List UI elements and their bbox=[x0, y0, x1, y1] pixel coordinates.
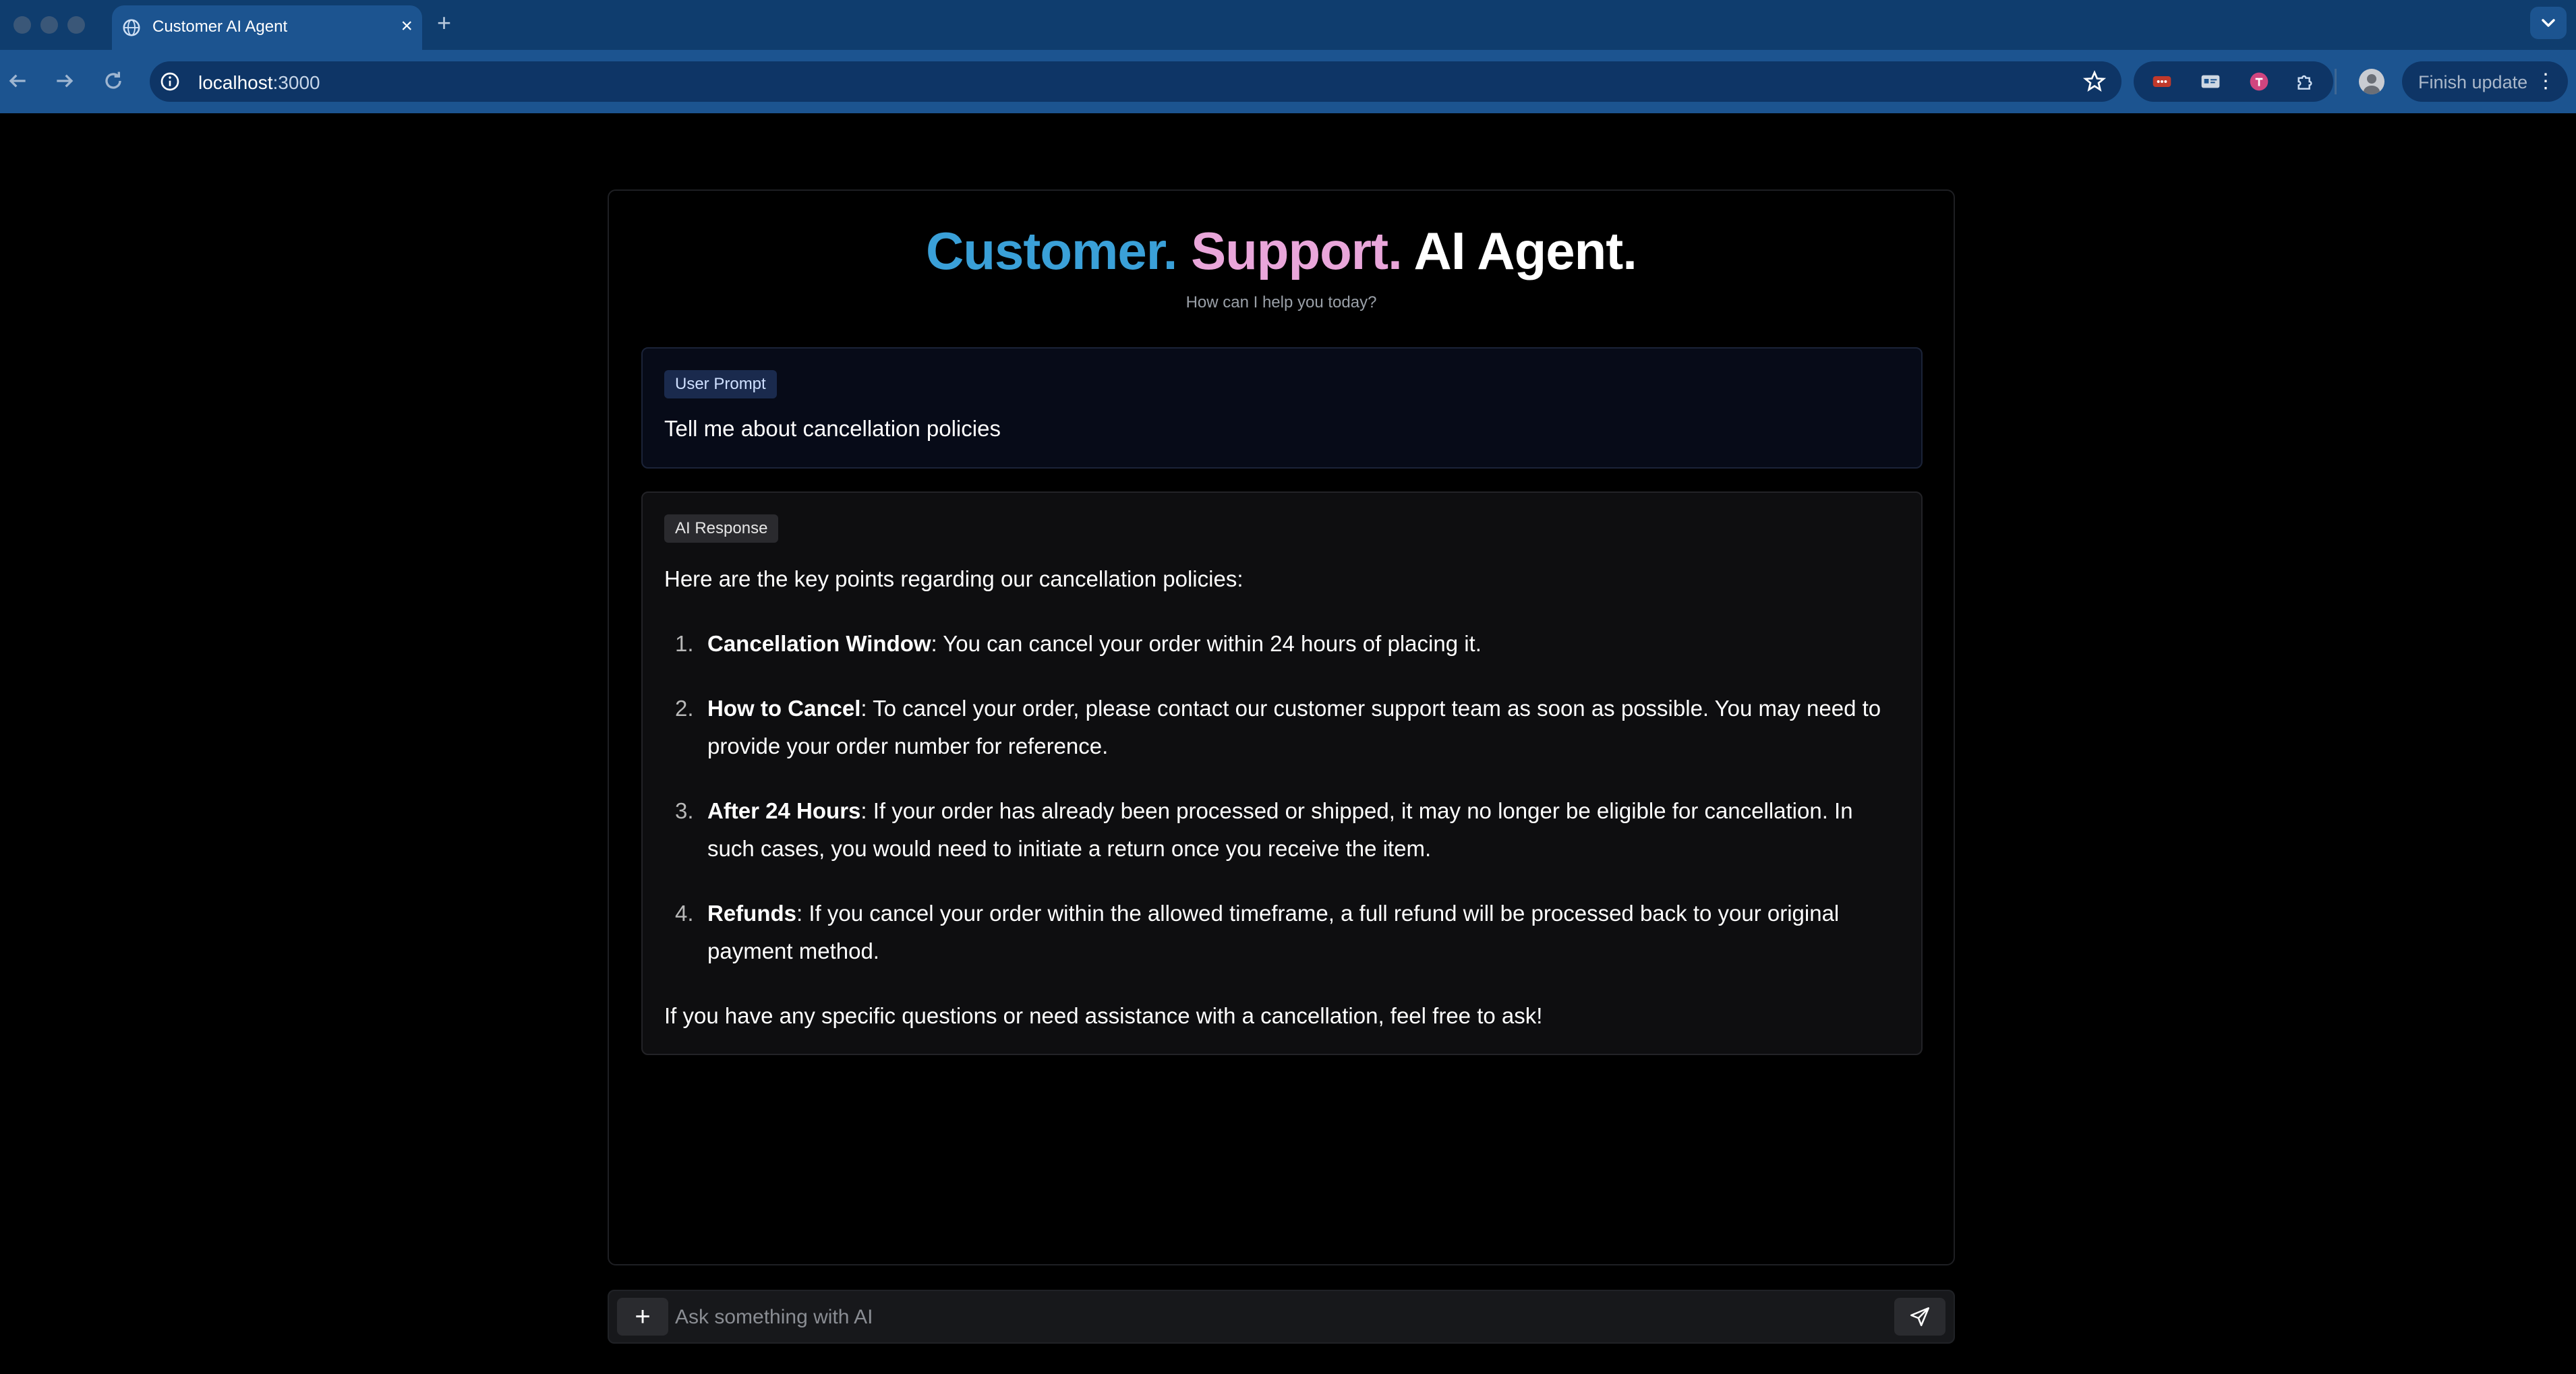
list-item: 4. Refunds: If you cancel your order with… bbox=[664, 895, 1898, 970]
profile-person-icon bbox=[2364, 74, 2380, 94]
window-zoom-dot[interactable] bbox=[67, 16, 85, 34]
window-close-dot[interactable] bbox=[13, 16, 31, 34]
new-tab-button[interactable]: + bbox=[437, 9, 451, 36]
list-item-number: 4. bbox=[675, 901, 694, 926]
ai-response-list: 1. Cancellation Window: You can cancel yo… bbox=[664, 625, 1898, 970]
toolbar-separator bbox=[2335, 69, 2337, 94]
add-attachment-button[interactable]: + bbox=[617, 1298, 668, 1336]
chat-input-bar: + Ask something with AI bbox=[608, 1290, 1955, 1344]
browser-tab-strip: Customer AI Agent × + bbox=[0, 0, 2576, 50]
list-item: 2. How to Cancel: To cancel your order, p… bbox=[664, 690, 1898, 765]
list-item: 3. After 24 Hours: If your order has alre… bbox=[664, 792, 1898, 868]
page-subtitle: How can I help you today? bbox=[1185, 293, 1377, 311]
list-item-number: 1. bbox=[675, 631, 694, 656]
list-item-number: 3. bbox=[675, 798, 694, 823]
address-bar[interactable]: localhost:3000 bbox=[150, 61, 2121, 102]
ai-response-body: Here are the key points regarding our ca… bbox=[664, 560, 1898, 1035]
extension-pink-icon[interactable] bbox=[2248, 71, 2270, 92]
title-word-support: Support. bbox=[1191, 221, 1403, 280]
extension-card-icon[interactable] bbox=[2200, 71, 2221, 92]
globe-icon bbox=[123, 19, 140, 36]
chevron-down-icon bbox=[2542, 19, 2555, 27]
list-item-text: : To cancel your order, please contact o… bbox=[707, 696, 1881, 758]
back-arrow-icon[interactable] bbox=[4, 67, 31, 94]
ai-response-outro: If you have any specific questions or ne… bbox=[664, 1003, 1543, 1028]
extensions-group bbox=[2134, 61, 2333, 102]
chat-input-field[interactable]: Ask something with AI bbox=[675, 1306, 873, 1329]
user-message-card: User Prompt Tell me about cancellation p… bbox=[641, 347, 1923, 469]
list-item-number: 2. bbox=[675, 696, 694, 721]
reload-icon[interactable] bbox=[100, 67, 127, 94]
ai-response-badge: AI Response bbox=[664, 514, 779, 543]
plus-icon: + bbox=[635, 1302, 651, 1332]
tab-close-icon[interactable]: × bbox=[401, 15, 413, 38]
list-item-title: Cancellation Window bbox=[707, 631, 931, 656]
list-item-text: : If you cancel your order within the al… bbox=[707, 901, 1840, 963]
tab-search-button[interactable] bbox=[2530, 7, 2567, 39]
send-paper-plane-icon bbox=[1910, 1307, 1930, 1327]
site-info-icon[interactable] bbox=[159, 71, 181, 92]
url-port: :3000 bbox=[272, 72, 320, 93]
tab-title: Customer AI Agent bbox=[152, 18, 288, 36]
ai-response-card: AI Response Here are the key points rega… bbox=[641, 491, 1923, 1055]
chat-panel: Customer. Support. AI Agent. How can I h… bbox=[608, 189, 1955, 1265]
title-word-customer: Customer. bbox=[926, 221, 1177, 280]
finish-update-label: Finish update bbox=[2418, 72, 2528, 92]
list-item: 1. Cancellation Window: You can cancel yo… bbox=[664, 625, 1898, 663]
list-item-title: Refunds bbox=[707, 901, 796, 926]
url-text: localhost:3000 bbox=[198, 72, 320, 94]
window-minimize-dot[interactable] bbox=[40, 16, 58, 34]
finish-update-button[interactable]: Finish update ⋮ bbox=[2402, 61, 2568, 102]
extensions-puzzle-icon[interactable] bbox=[2294, 71, 2316, 92]
title-word-ai-agent: AI Agent. bbox=[1413, 221, 1637, 280]
forward-arrow-icon[interactable] bbox=[51, 67, 78, 94]
extension-red-icon[interactable] bbox=[2151, 71, 2173, 92]
browser-toolbar: localhost:3000 Finish update ⋮ bbox=[0, 50, 2576, 113]
user-prompt-badge: User Prompt bbox=[664, 370, 777, 398]
list-item-title: After 24 Hours bbox=[707, 798, 861, 823]
list-item-text: : You can cancel your order within 24 ho… bbox=[931, 631, 1482, 656]
browser-tab-active[interactable]: Customer AI Agent × bbox=[112, 5, 422, 50]
user-message-text: Tell me about cancellation policies bbox=[664, 416, 1001, 441]
bookmark-star-icon[interactable] bbox=[2082, 69, 2107, 94]
url-host: localhost bbox=[198, 72, 273, 93]
page-title: Customer. Support. AI Agent. bbox=[609, 220, 1954, 282]
profile-avatar[interactable] bbox=[2359, 69, 2384, 94]
browser-menu-icon[interactable]: ⋮ bbox=[2536, 69, 2556, 93]
send-button[interactable] bbox=[1894, 1298, 1945, 1336]
ai-response-intro: Here are the key points regarding our ca… bbox=[664, 566, 1243, 591]
list-item-text: : If your order has already been process… bbox=[707, 798, 1853, 861]
list-item-title: How to Cancel bbox=[707, 696, 861, 721]
